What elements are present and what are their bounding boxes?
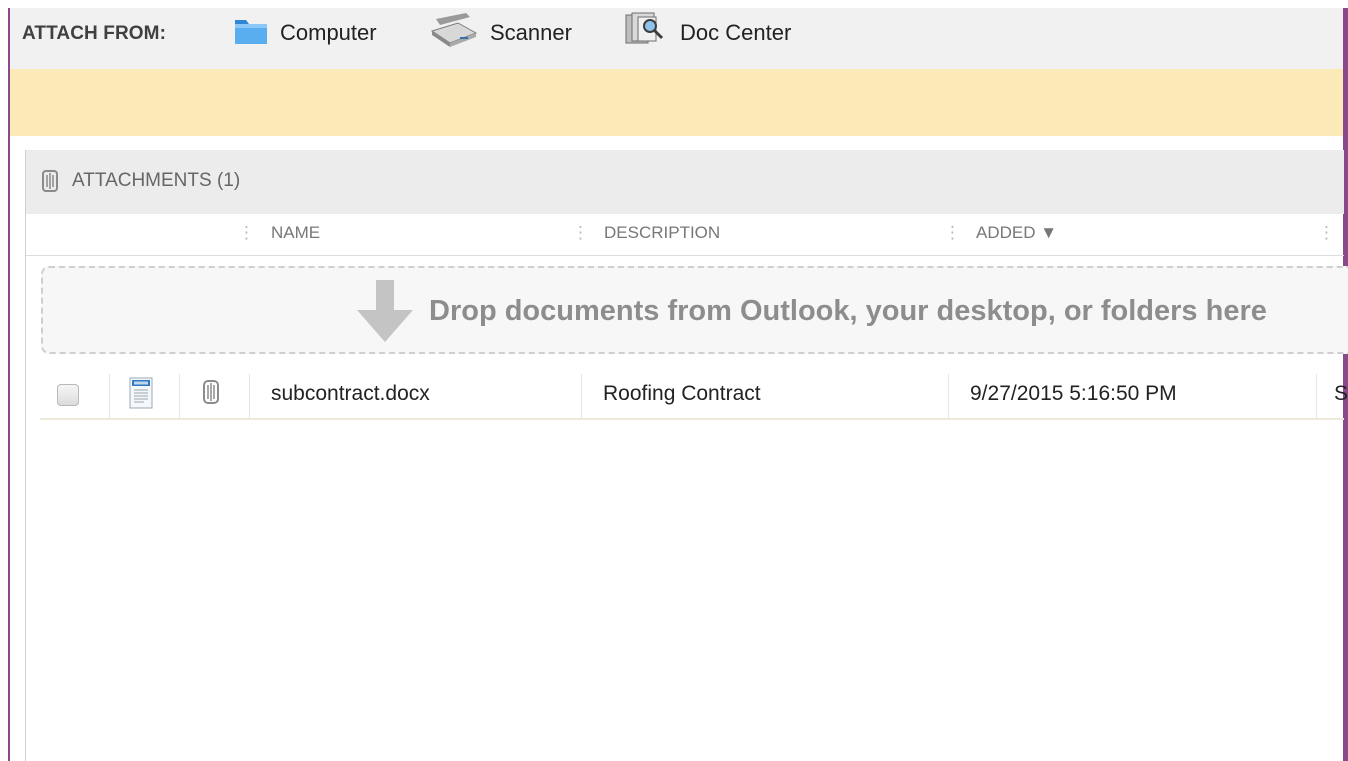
doc-center-icon (620, 11, 670, 56)
attach-from-label: ATTACH FROM: (22, 23, 167, 44)
down-arrow-icon (357, 280, 413, 347)
cell-divider (109, 374, 110, 418)
word-document-icon[interactable] (129, 377, 153, 414)
notice-banner (10, 69, 1343, 136)
attachments-header: ATTACHMENTS (1) (26, 150, 1344, 214)
attach-from-scanner-button[interactable]: Scanner (430, 8, 572, 58)
attachment-row[interactable]: subcontract.docx Roofing Contract 9/27/2… (40, 366, 1348, 420)
column-description[interactable]: DESCRIPTION (604, 223, 720, 243)
column-separator[interactable]: ⋮ (238, 223, 255, 243)
scanner-icon (430, 11, 480, 56)
row-checkbox[interactable] (57, 384, 79, 406)
column-added[interactable]: ADDED ▼ (976, 223, 1057, 243)
drop-zone-text: Drop documents from Outlook, your deskto… (429, 295, 1267, 327)
column-separator[interactable]: ⋮ (944, 223, 961, 243)
attach-from-computer-button[interactable]: Computer (232, 8, 377, 58)
computer-label: Computer (280, 20, 377, 45)
paperclip-icon (41, 169, 59, 198)
folder-icon (232, 14, 270, 53)
column-separator[interactable]: ⋮ (572, 223, 589, 243)
attach-from-doc-center-button[interactable]: Doc Center (620, 8, 791, 58)
scanner-label: Scanner (490, 20, 572, 45)
column-header-row: ⋮ NAME ⋮ DESCRIPTION ⋮ ADDED ▼ ⋮ (26, 214, 1344, 256)
cell-divider (581, 374, 582, 418)
attach-toolbar: ATTACH FROM: Computer Scanner Doc Center (10, 8, 1343, 69)
cell-divider (249, 374, 250, 418)
attachments-title: ATTACHMENTS (1) (72, 170, 241, 191)
paperclip-icon[interactable] (202, 379, 220, 410)
attachments-panel: ATTACHMENTS (1) ⋮ NAME ⋮ DESCRIPTION ⋮ A… (25, 150, 1348, 761)
column-separator[interactable]: ⋮ (1318, 223, 1335, 243)
attachment-description: Roofing Contract (603, 382, 761, 405)
attachment-extra: S (1334, 382, 1348, 405)
cell-divider (948, 374, 949, 418)
doc-center-label: Doc Center (680, 20, 792, 45)
cell-divider (179, 374, 180, 418)
attachment-name[interactable]: subcontract.docx (271, 382, 430, 406)
attachment-added: 9/27/2015 5:16:50 PM (970, 382, 1177, 405)
column-name[interactable]: NAME (271, 223, 320, 243)
cell-divider (1316, 374, 1317, 418)
drop-zone[interactable]: Drop documents from Outlook, your deskto… (41, 266, 1348, 354)
